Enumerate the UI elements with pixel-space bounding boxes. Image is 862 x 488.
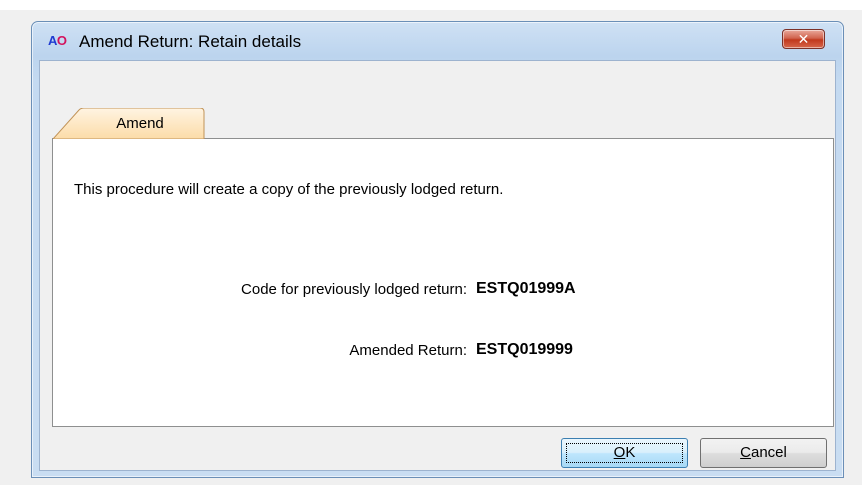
previous-return-code-label: Code for previously lodged return:: [241, 281, 467, 298]
amended-return-label: Amended Return:: [349, 342, 467, 359]
cancel-button[interactable]: Cancel: [700, 438, 827, 468]
dialog-client-area: Amend This procedure will create a copy …: [39, 60, 836, 471]
tab-amend[interactable]: Amend: [53, 108, 205, 139]
tab-panel: This procedure will create a copy of the…: [52, 138, 834, 427]
tab-amend-label: Amend: [116, 115, 164, 132]
app-logo-letter-a: A: [48, 33, 57, 48]
close-icon: ✕: [797, 31, 810, 47]
cancel-mnemonic: C: [740, 444, 751, 461]
previous-return-code-value: ESTQ01999A: [476, 280, 576, 297]
app-logo-letter-o: O: [56, 33, 67, 48]
ok-button[interactable]: OK: [561, 438, 688, 468]
ok-focus-rect: [566, 443, 683, 463]
dialog-window: AO Amend Return: Retain details ✕ Amend …: [31, 21, 844, 478]
amended-return-value: ESTQ019999: [476, 341, 573, 358]
intro-text: This procedure will create a copy of the…: [74, 181, 504, 198]
cancel-label-rest: ancel: [750, 444, 787, 461]
title-bar[interactable]: AO Amend Return: Retain details ✕: [32, 22, 843, 60]
app-logo-icon: AO: [48, 33, 70, 49]
close-button[interactable]: ✕: [782, 29, 825, 49]
window-title: Amend Return: Retain details: [79, 32, 302, 51]
